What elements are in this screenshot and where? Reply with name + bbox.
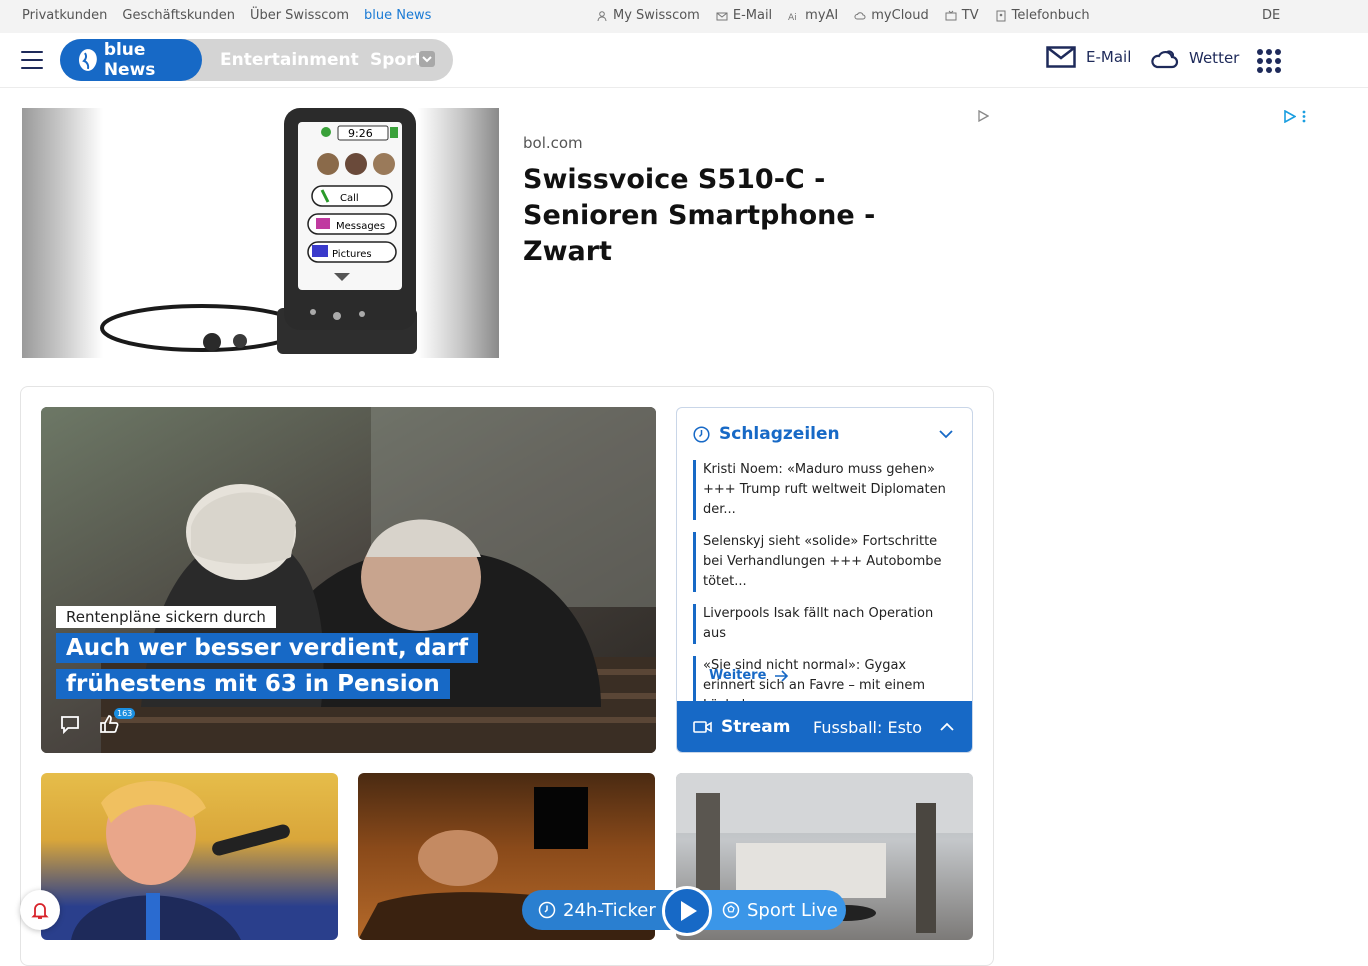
main-header: blue News Entertainment Sport E-Mail Wet… (0, 33, 1368, 88)
arrow-right-icon (775, 669, 789, 682)
ad-phone-time: 9:26 (348, 127, 373, 140)
article-thumbnail[interactable] (41, 773, 338, 940)
ai-icon: Ai (788, 13, 797, 22)
comment-icon[interactable] (59, 713, 81, 735)
service-label: myCloud (871, 8, 929, 23)
floating-nav: 24h-Ticker Sport Live (522, 886, 846, 936)
chevron-down-icon[interactable] (938, 428, 954, 440)
phonebook-icon (996, 10, 1006, 21)
ad-title[interactable]: Swissvoice S510-C - Senioren Smartphone … (523, 162, 963, 270)
service-label: My Swisscom (613, 8, 700, 23)
ticker-label: 24h-Ticker (563, 899, 656, 921)
user-icon (597, 10, 607, 21)
service-label: E-Mail (732, 8, 773, 23)
header-weather-link[interactable]: Wetter (1151, 46, 1239, 70)
service-my-swisscom[interactable]: My Swisscom (596, 8, 700, 23)
chevron-down-icon[interactable] (419, 51, 435, 67)
service-telefonbuch[interactable]: Telefonbuch (995, 8, 1090, 23)
soccer-ball-icon (722, 901, 740, 919)
sport-live-label: Sport Live (747, 899, 838, 921)
link-ueber-swisscom[interactable]: Über Swisscom (250, 8, 349, 23)
headlines-panel: Schlagzeilen Kristi Noem: «Maduro muss g… (676, 407, 973, 753)
utility-links: Privatkunden Geschäftskunden Über Swissc… (22, 8, 431, 23)
likes-count-badge: 163 (114, 708, 136, 719)
adchoices-icon[interactable] (977, 110, 989, 122)
clock-icon (693, 425, 710, 443)
section-switcher: blue News Entertainment Sport (60, 39, 453, 81)
hero-article[interactable]: Rentenpläne sickern durch Auch wer besse… (41, 407, 656, 753)
tab-sport[interactable]: Sport (370, 50, 423, 70)
svg-text:Ai: Ai (788, 13, 797, 22)
stream-bar[interactable]: Stream Fussball: Estoril (677, 701, 972, 752)
ad-controls (1283, 110, 1306, 123)
service-email[interactable]: E-Mail (716, 8, 772, 23)
more-headlines-link[interactable]: Weitere (709, 668, 789, 683)
service-myai[interactable]: Ai myAI (788, 8, 838, 23)
headline-item[interactable]: Liverpools Isak fällt nach Operation aus (693, 604, 959, 644)
ad-phone-button: Pictures (332, 249, 372, 260)
brand-tab[interactable]: blue News (60, 39, 202, 81)
stream-label: Stream (721, 717, 791, 737)
language-switch[interactable]: DE (1262, 8, 1280, 23)
headlines-header[interactable]: Schlagzeilen (693, 424, 840, 444)
envelope-icon (1046, 46, 1076, 68)
service-label: TV (961, 8, 979, 23)
service-label: Telefonbuch (1011, 8, 1090, 23)
ad-source[interactable]: bol.com (523, 134, 583, 152)
clock-icon (538, 901, 556, 919)
hero-kicker: Rentenpläne sickern durch (56, 606, 276, 628)
stream-label-group: Stream (693, 717, 790, 737)
service-links: My Swisscom E-Mail Ai myAI myCloud TV Te… (596, 8, 1090, 23)
headlines-title: Schlagzeilen (719, 424, 840, 444)
weather-label: Wetter (1189, 49, 1240, 67)
tv-icon (945, 10, 957, 20)
stream-ticker-text: Fussball: Estoril (813, 718, 923, 737)
link-blue-news[interactable]: blue News (364, 8, 431, 23)
ad-phone-button: Messages (336, 221, 385, 232)
service-label: myAI (805, 8, 839, 23)
service-tv[interactable]: TV (945, 8, 979, 23)
apps-grid-icon[interactable] (1257, 49, 1281, 73)
adchoices-play-icon[interactable] (1283, 110, 1296, 123)
link-privatkunden[interactable]: Privatkunden (22, 8, 107, 23)
header-mail-link[interactable]: E-Mail (1046, 46, 1131, 68)
cloud-icon (854, 11, 866, 19)
ad-phone-button: Call (340, 193, 359, 204)
ticker-button[interactable]: 24h-Ticker (522, 890, 682, 930)
notifications-button[interactable] (20, 890, 60, 930)
headlines-list: Kristi Noem: «Maduro muss gehen» +++ Tru… (693, 460, 959, 728)
headline-item[interactable]: Selenskyj sieht «solide» Fortschritte be… (693, 532, 959, 592)
hero-headline[interactable]: Auch wer besser verdient, darf frühesten… (56, 630, 479, 702)
play-icon (681, 901, 697, 921)
utility-bar: Privatkunden Geschäftskunden Über Swissc… (0, 0, 1368, 33)
ad-product-image: 9:26 Call Messages Pictures (22, 108, 499, 358)
brand-label: blue News (103, 40, 156, 80)
blue-news-logo-icon (78, 49, 97, 71)
play-button[interactable] (662, 886, 712, 936)
ad-banner[interactable]: 9:26 Call Messages Pictures bol.com Swis… (22, 108, 994, 358)
chevron-up-icon[interactable] (939, 721, 955, 733)
service-mycloud[interactable]: myCloud (854, 8, 929, 23)
weather-cloud-icon (1151, 50, 1179, 69)
video-camera-icon (693, 721, 712, 733)
tab-entertainment[interactable]: Entertainment (220, 50, 359, 70)
headline-item[interactable]: Kristi Noem: «Maduro muss gehen» +++ Tru… (693, 460, 959, 520)
hero-headline-text: Auch wer besser verdient, darf frühesten… (56, 633, 479, 699)
mail-label: E-Mail (1086, 48, 1132, 66)
more-options-icon[interactable] (1302, 110, 1306, 123)
mail-icon (716, 12, 728, 20)
link-geschaeftskunden[interactable]: Geschäftskunden (122, 8, 235, 23)
more-label: Weitere (709, 668, 767, 683)
menu-icon[interactable] (21, 51, 43, 69)
bell-icon (31, 903, 49, 919)
